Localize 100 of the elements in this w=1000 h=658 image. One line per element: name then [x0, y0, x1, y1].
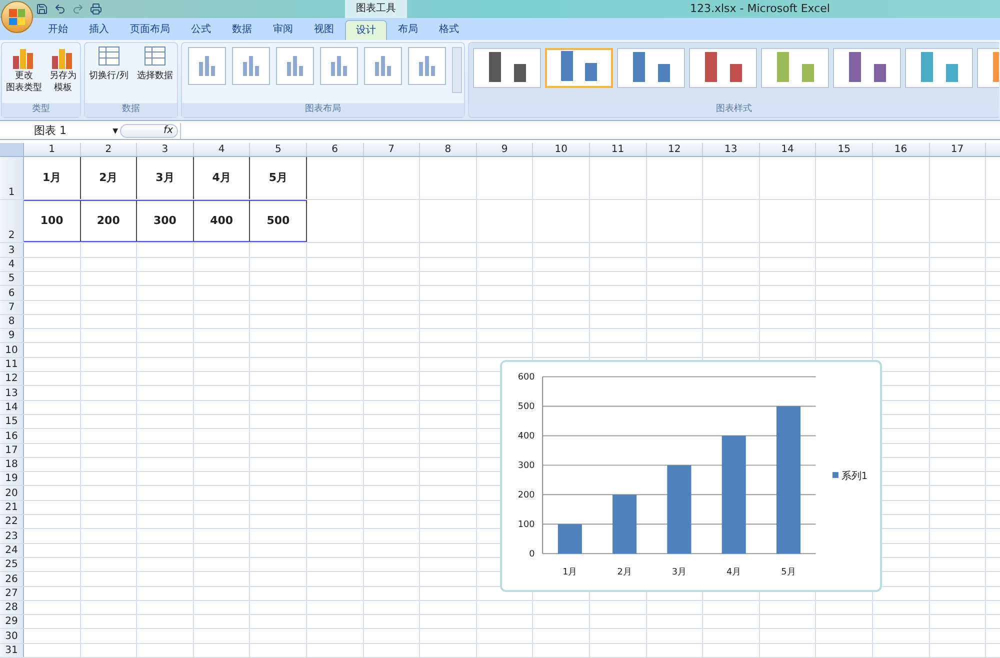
row-header[interactable]: 29 [0, 615, 24, 628]
table-cell[interactable]: 400 [194, 200, 250, 242]
column-header[interactable]: 2 [80, 143, 138, 156]
bar[interactable] [612, 495, 637, 554]
column-header[interactable]: 9 [476, 143, 534, 156]
bar[interactable] [722, 436, 746, 554]
column-header[interactable]: 5 [250, 143, 307, 156]
ribbon-button[interactable]: 切换行/列 [89, 46, 128, 103]
print-preview-icon[interactable] [90, 2, 102, 15]
layout-thumbnail[interactable] [408, 46, 446, 85]
column-header[interactable]: 16 [872, 143, 930, 156]
select-all-corner[interactable] [0, 143, 24, 156]
office-button[interactable] [1, 1, 33, 33]
table-cell[interactable]: 5月 [250, 157, 307, 200]
group-label: 类型 [2, 102, 80, 117]
bar[interactable] [667, 466, 692, 554]
column-header[interactable]: 4 [194, 143, 250, 156]
column-header[interactable]: 10 [533, 143, 590, 156]
ribbon-button[interactable]: 更改 图表类型 [6, 46, 42, 103]
bar[interactable] [558, 524, 582, 554]
layout-thumbnail[interactable] [188, 46, 226, 85]
style-thumbnail[interactable] [905, 48, 973, 88]
style-thumbnail[interactable] [617, 48, 685, 88]
row-header[interactable]: 16 [0, 429, 24, 443]
row-header[interactable]: 7 [0, 300, 24, 314]
table-cell[interactable]: 300 [137, 200, 194, 242]
row-header[interactable]: 14 [0, 400, 24, 414]
ribbon-tab[interactable]: 设计 [345, 20, 387, 40]
ribbon-tab[interactable]: 格式 [429, 20, 469, 40]
row-header[interactable]: 15 [0, 414, 24, 428]
row-header[interactable]: 17 [0, 444, 24, 457]
table-cell[interactable]: 500 [250, 200, 307, 242]
chart-area[interactable]: 0 100 200 300 400 500 600 1月 2月 3月 4月 5月 系列1 [500, 360, 882, 592]
ribbon-tab[interactable]: 视图 [304, 20, 344, 40]
row-header[interactable]: 31 [0, 644, 24, 657]
ribbon-tab[interactable]: 审阅 [263, 20, 303, 40]
row-header[interactable]: 5 [0, 272, 24, 286]
column-header[interactable]: 12 [646, 143, 704, 156]
row-header[interactable]: 26 [0, 572, 24, 586]
undo-icon[interactable] [54, 2, 66, 15]
layout-thumbnail[interactable] [232, 46, 270, 85]
column-header[interactable]: 17 [930, 143, 986, 156]
layout-thumbnail[interactable] [276, 46, 314, 85]
style-thumbnail[interactable] [833, 48, 901, 88]
row-header[interactable]: 3 [0, 243, 24, 257]
row-header[interactable]: 1 [0, 157, 24, 200]
table-cell[interactable]: 4月 [194, 157, 250, 200]
column-header[interactable]: 11 [590, 143, 647, 156]
row-header[interactable]: 28 [0, 600, 24, 614]
row-header[interactable]: 11 [0, 358, 24, 372]
row-header[interactable]: 10 [0, 343, 24, 357]
column-header[interactable]: 15 [816, 143, 873, 156]
column-header[interactable]: 6 [306, 143, 364, 156]
style-thumbnail[interactable] [689, 48, 757, 88]
ribbon-tab[interactable]: 插入 [79, 20, 119, 40]
row-header[interactable]: 18 [0, 458, 24, 472]
row-header[interactable]: 8 [0, 314, 24, 328]
column-header[interactable]: 1 [24, 143, 81, 156]
save-icon[interactable] [36, 2, 48, 15]
row-header[interactable]: 20 [0, 486, 24, 500]
table-cell[interactable]: 1月 [24, 157, 81, 200]
row-header[interactable]: 12 [0, 372, 24, 386]
layout-thumbnail[interactable] [320, 46, 358, 85]
row-header[interactable]: 24 [0, 544, 24, 557]
table-cell[interactable]: 200 [80, 200, 138, 242]
style-thumbnail[interactable] [761, 48, 829, 88]
style-thumbnail[interactable] [473, 48, 541, 88]
column-header[interactable]: 14 [760, 143, 816, 156]
row-header[interactable]: 13 [0, 386, 24, 400]
gallery-scrollbar[interactable] [452, 46, 462, 93]
row-header[interactable]: 9 [0, 329, 24, 342]
group-label: 图表布局 [182, 102, 464, 117]
row-header[interactable]: 2 [0, 200, 24, 242]
ribbon-tab[interactable]: 开始 [38, 20, 78, 40]
ribbon-button[interactable]: 另存为 模板 [49, 46, 76, 103]
ribbon-tab[interactable]: 公式 [181, 20, 221, 40]
row-header[interactable]: 23 [0, 529, 24, 543]
table-cell[interactable]: 100 [24, 200, 81, 242]
row-header[interactable]: 19 [0, 472, 24, 486]
layout-thumbnail[interactable] [364, 46, 402, 85]
column-header[interactable]: 8 [420, 143, 477, 156]
ribbon-tab[interactable]: 数据 [222, 20, 262, 40]
row-header[interactable]: 25 [0, 558, 24, 572]
row-header[interactable]: 21 [0, 500, 24, 514]
ribbon-tab[interactable]: 布局 [388, 20, 428, 40]
row-header[interactable]: 4 [0, 258, 24, 271]
row-header[interactable]: 30 [0, 629, 24, 643]
column-header[interactable]: 13 [703, 143, 760, 156]
style-thumbnail[interactable] [545, 48, 613, 88]
ribbon-button[interactable]: 选择数据 [136, 46, 173, 103]
row-header[interactable]: 6 [0, 286, 24, 300]
table-cell[interactable]: 3月 [137, 157, 194, 200]
column-header[interactable]: 7 [364, 143, 420, 156]
row-header[interactable]: 22 [0, 515, 24, 528]
table-cell[interactable]: 2月 [80, 157, 138, 200]
bar[interactable] [776, 406, 800, 554]
formula-function-button[interactable]: fx [120, 124, 178, 138]
row-header[interactable]: 27 [0, 586, 24, 600]
ribbon-tab[interactable]: 页面布局 [120, 20, 180, 40]
column-header[interactable]: 3 [137, 143, 194, 156]
